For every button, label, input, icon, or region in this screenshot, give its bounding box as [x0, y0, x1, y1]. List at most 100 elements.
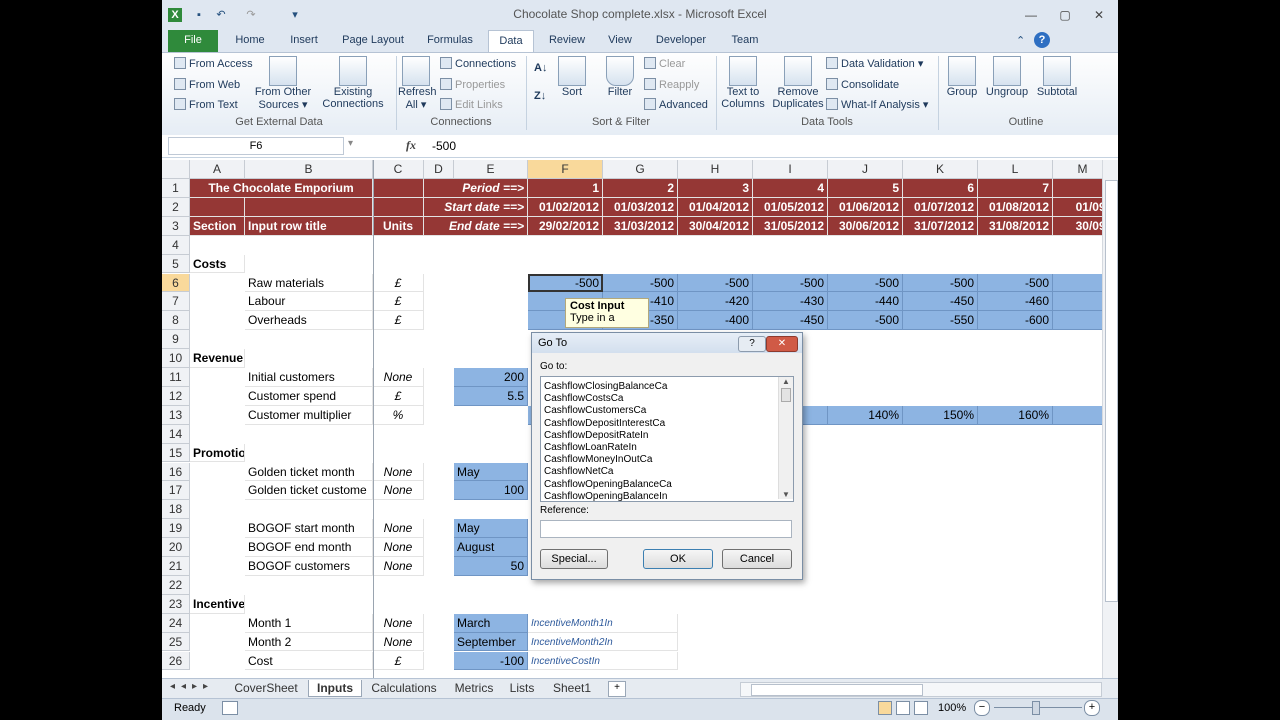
- end-date-label[interactable]: End date ==>: [424, 216, 528, 236]
- tab-formulas[interactable]: Formulas: [420, 30, 480, 52]
- sheet-tab-calculations[interactable]: Calculations: [366, 680, 442, 696]
- section-revenue[interactable]: Revenue: [190, 349, 245, 368]
- insert-sheet-icon[interactable]: +: [608, 681, 626, 697]
- start-date[interactable]: 01/02/2012: [528, 197, 603, 217]
- what-if-analysis-button[interactable]: What-If Analysis ▾: [826, 98, 928, 111]
- start-date[interactable]: 01/07/2012: [903, 197, 978, 217]
- period-label[interactable]: Period ==>: [424, 179, 528, 198]
- advanced-button[interactable]: Advanced: [644, 98, 708, 111]
- input-cell[interactable]: -450: [903, 292, 978, 312]
- row-title[interactable]: Golden ticket month: [245, 462, 373, 482]
- zoom-in-icon[interactable]: +: [1084, 700, 1100, 716]
- formula-input[interactable]: -500: [432, 139, 456, 153]
- row-title[interactable]: BOGOF customers: [245, 557, 373, 576]
- row-header[interactable]: 14: [162, 424, 190, 444]
- period-number[interactable]: [1053, 179, 1102, 198]
- row-header[interactable]: 9: [162, 330, 190, 350]
- end-date[interactable]: 31/08/2012: [978, 216, 1053, 236]
- header-cell[interactable]: [190, 197, 245, 217]
- units-cell[interactable]: None: [373, 368, 424, 387]
- sheet-title[interactable]: The Chocolate Emporium: [190, 179, 373, 198]
- period-number[interactable]: 6: [903, 179, 978, 198]
- start-date[interactable]: 01/03/2012: [603, 197, 678, 217]
- list-item[interactable]: CashflowMoneyInOutCa: [541, 454, 777, 466]
- row-header[interactable]: 5: [162, 254, 190, 274]
- input-cell[interactable]: [1053, 273, 1102, 293]
- range-name-note[interactable]: IncentiveMonth2In: [528, 632, 678, 652]
- start-date[interactable]: 01/04/2012: [678, 197, 753, 217]
- end-date[interactable]: 29/02/2012: [528, 216, 603, 236]
- row-header[interactable]: 11: [162, 368, 190, 387]
- row-title[interactable]: Initial customers: [245, 368, 373, 387]
- tab-view[interactable]: View: [602, 30, 638, 52]
- consolidate-button[interactable]: Consolidate: [826, 78, 899, 91]
- input-cell[interactable]: -500: [978, 273, 1053, 293]
- end-date[interactable]: 30/04/2012: [678, 216, 753, 236]
- start-date[interactable]: 01/08/2012: [978, 197, 1053, 217]
- range-name-note[interactable]: IncentiveCostIn: [528, 651, 678, 671]
- input-cell[interactable]: 140%: [828, 405, 903, 425]
- section-incentive[interactable]: Incentive: [190, 594, 245, 614]
- end-date[interactable]: 31/05/2012: [753, 216, 828, 236]
- sheet-tab-lists[interactable]: Lists: [504, 680, 540, 696]
- list-item[interactable]: CashflowLoanRateIn: [541, 442, 777, 454]
- list-scrollbar[interactable]: ▲ ▼: [778, 377, 793, 499]
- row-title[interactable]: Golden ticket custome: [245, 481, 373, 501]
- maximize-icon[interactable]: ▢: [1054, 6, 1076, 24]
- from-web-button[interactable]: From Web: [174, 78, 240, 91]
- name-box[interactable]: F6: [168, 137, 344, 155]
- units-cell[interactable]: £: [373, 651, 424, 671]
- input-cell[interactable]: September: [454, 632, 528, 652]
- sheet-tab-metrics[interactable]: Metrics: [448, 680, 500, 696]
- range-name-note[interactable]: IncentiveMonth1In: [528, 613, 678, 633]
- column-header-k[interactable]: K: [903, 160, 978, 179]
- row-header[interactable]: 13: [162, 405, 190, 425]
- list-item[interactable]: CashflowDepositInterestCa: [541, 418, 777, 430]
- row-header[interactable]: 3: [162, 216, 190, 236]
- row-header[interactable]: 7: [162, 292, 190, 312]
- tab-developer[interactable]: Developer: [648, 30, 714, 52]
- column-header-m[interactable]: M: [1053, 160, 1102, 179]
- input-cell[interactable]: -500: [828, 273, 903, 293]
- row-header[interactable]: 2: [162, 197, 190, 217]
- list-item[interactable]: CashflowDepositRateIn: [541, 430, 777, 442]
- refresh-all-button[interactable]: Refresh All ▾: [398, 56, 437, 111]
- page-break-view-icon[interactable]: [914, 701, 928, 715]
- header-input-row-title[interactable]: Input row title: [245, 216, 373, 236]
- sort-button[interactable]: Sort: [556, 56, 588, 98]
- input-cell[interactable]: -500: [528, 273, 603, 293]
- units-cell[interactable]: £: [373, 273, 424, 293]
- units-cell[interactable]: £: [373, 311, 424, 331]
- units-cell[interactable]: None: [373, 462, 424, 482]
- end-date[interactable]: 30/06/2012: [828, 216, 903, 236]
- period-number[interactable]: 4: [753, 179, 828, 198]
- column-header-a[interactable]: A: [190, 160, 245, 179]
- input-cell[interactable]: -440: [828, 292, 903, 312]
- start-date[interactable]: 01/05/2012: [753, 197, 828, 217]
- row-header[interactable]: 17: [162, 481, 190, 501]
- period-number[interactable]: 2: [603, 179, 678, 198]
- dialog-help-icon[interactable]: ?: [738, 336, 766, 352]
- input-cell[interactable]: -460: [978, 292, 1053, 312]
- expand-name-box-icon[interactable]: ▾: [348, 138, 362, 154]
- zoom-slider-thumb[interactable]: [1032, 701, 1040, 715]
- input-cell[interactable]: 160%: [978, 405, 1053, 425]
- insert-function-icon[interactable]: fx: [406, 138, 416, 153]
- column-header-j[interactable]: J: [828, 160, 903, 179]
- input-cell[interactable]: [1053, 292, 1102, 312]
- properties-button[interactable]: Properties: [440, 78, 505, 91]
- clear-button[interactable]: Clear: [644, 57, 685, 70]
- tab-page-layout[interactable]: Page Layout: [336, 30, 410, 52]
- row-header[interactable]: 25: [162, 632, 190, 652]
- column-header-i[interactable]: I: [753, 160, 828, 179]
- end-date[interactable]: 30/09/: [1053, 216, 1102, 236]
- input-cell[interactable]: 1: [1053, 405, 1102, 425]
- edit-links-button[interactable]: Edit Links: [440, 98, 503, 111]
- sort-ascending-icon[interactable]: A↓: [534, 62, 547, 74]
- input-cell[interactable]: -500: [603, 273, 678, 293]
- sort-descending-icon[interactable]: Z↓: [534, 90, 546, 102]
- row-header[interactable]: 21: [162, 557, 190, 576]
- units-cell[interactable]: £: [373, 292, 424, 312]
- units-cell[interactable]: £: [373, 386, 424, 406]
- input-cell[interactable]: 150%: [903, 405, 978, 425]
